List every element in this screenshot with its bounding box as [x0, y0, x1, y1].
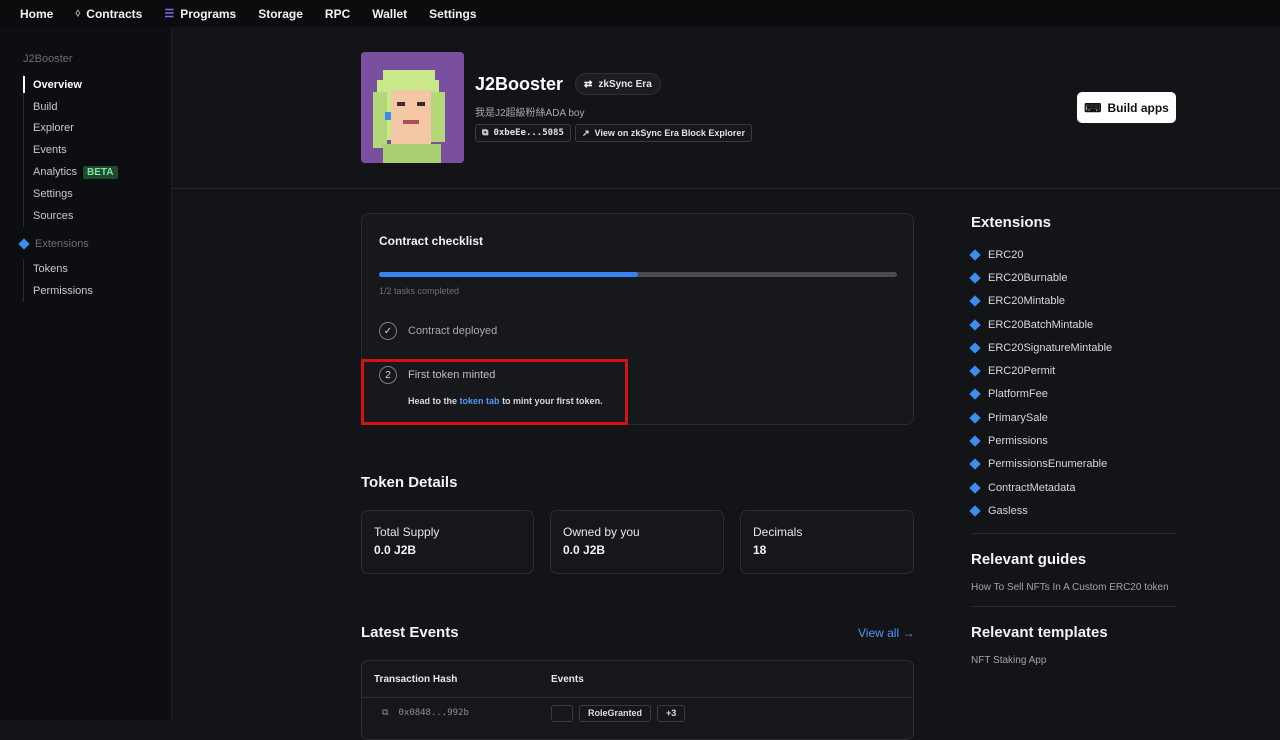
- extension-item[interactable]: ERC20SignatureMintable: [969, 336, 1176, 359]
- token-details-title: Token Details: [361, 474, 458, 491]
- sidebar-item-analytics[interactable]: Analytics BETA: [33, 161, 171, 183]
- sidebar-item-sources[interactable]: Sources: [33, 205, 171, 227]
- extension-item[interactable]: ERC20Permit: [969, 359, 1176, 382]
- events-table: Transaction Hash Events ⧉ 0x0848...992b …: [361, 660, 914, 740]
- divider: [971, 605, 1176, 607]
- terminal-icon: ⌨: [1084, 100, 1102, 115]
- checkmark-icon: ✓: [379, 322, 397, 340]
- diamond-icon: [969, 342, 981, 354]
- diamond-icon: [18, 237, 30, 250]
- table-row[interactable]: ⧉ 0x0848...992b RoleGranted +3: [362, 698, 913, 728]
- external-link-icon: ↗: [582, 127, 590, 138]
- task-contract-deployed: ✓ Contract deployed: [379, 322, 497, 340]
- sidebar-item-events[interactable]: Events: [33, 139, 171, 161]
- zksync-icon: ⇄: [584, 78, 593, 90]
- solana-icon: ☰: [164, 8, 175, 20]
- diamond-icon: [969, 365, 981, 377]
- sidebar-item-overview[interactable]: Overview: [23, 74, 171, 96]
- checklist-progress-fill: [379, 272, 638, 277]
- contract-description: 我是J2超級粉絲ADA boy: [475, 108, 585, 119]
- sidebar-item-settings[interactable]: Settings: [33, 183, 171, 205]
- contract-avatar: [361, 52, 464, 163]
- sidebar-group-main: Overview Build Explorer Events Analytics…: [23, 74, 171, 227]
- chain-badge[interactable]: ⇄ zkSync Era: [575, 73, 661, 95]
- diamond-icon: [969, 295, 981, 307]
- event-chip[interactable]: [551, 704, 573, 722]
- beta-badge: BETA: [83, 165, 118, 179]
- extension-item[interactable]: ERC20: [969, 243, 1176, 266]
- stat-card-total-supply: Total Supply 0.0 J2B: [361, 510, 534, 574]
- extension-item[interactable]: ERC20Mintable: [969, 290, 1176, 313]
- sidebar-item-build[interactable]: Build: [33, 96, 171, 118]
- checklist-progress-bar: [379, 272, 897, 277]
- guide-link[interactable]: How To Sell NFTs In A Custom ERC20 token: [971, 580, 1176, 596]
- stat-card-decimals: Decimals 18: [740, 510, 914, 574]
- extension-item[interactable]: Gasless: [969, 499, 1176, 522]
- relevant-templates-title: Relevant templates: [971, 623, 1108, 641]
- events-table-header: Transaction Hash Events: [362, 661, 913, 698]
- event-chip-role-granted[interactable]: RoleGranted: [579, 704, 652, 722]
- extension-item[interactable]: PlatformFee: [969, 383, 1176, 406]
- nav-contracts[interactable]: ⬨ Contracts: [75, 7, 142, 21]
- extension-item[interactable]: PermissionsEnumerable: [969, 453, 1176, 476]
- extensions-title: Extensions: [971, 214, 1052, 231]
- ethereum-icon: ⬨: [75, 7, 81, 19]
- view-all-events-link[interactable]: View all →: [858, 626, 914, 640]
- relevant-guides-title: Relevant guides: [971, 550, 1087, 568]
- block-explorer-link[interactable]: ↗ View on zkSync Era Block Explorer: [575, 124, 752, 142]
- latest-events-title: Latest Events: [361, 624, 459, 641]
- extension-item[interactable]: ERC20Burnable: [969, 266, 1176, 289]
- copy-address-button[interactable]: ⧉ 0xbeEe...5085: [475, 124, 571, 142]
- sidebar-extensions-title: Extensions: [0, 238, 171, 250]
- stat-card-owned: Owned by you 0.0 J2B: [550, 510, 724, 574]
- extension-item[interactable]: Permissions: [969, 429, 1176, 452]
- nav-storage[interactable]: Storage: [258, 7, 303, 21]
- diamond-icon: [969, 412, 981, 424]
- nav-home[interactable]: Home: [20, 7, 53, 21]
- sidebar-item-permissions[interactable]: Permissions: [33, 280, 171, 302]
- diamond-icon: [969, 435, 981, 447]
- top-navigation: Home ⬨ Contracts ☰ Programs Storage RPC Wa…: [0, 0, 1280, 27]
- build-apps-button[interactable]: ⌨ Build apps: [1077, 92, 1176, 123]
- diamond-icon: [969, 318, 981, 331]
- highlight-annotation-box: [361, 359, 628, 425]
- nav-rpc[interactable]: RPC: [325, 7, 350, 21]
- sidebar: J2Booster Overview Build Explorer Events…: [0, 27, 172, 720]
- extension-item[interactable]: ContractMetadata: [969, 476, 1176, 499]
- diamond-icon: [969, 388, 981, 401]
- nav-programs[interactable]: ☰ Programs: [164, 7, 236, 21]
- copy-icon[interactable]: ⧉: [382, 708, 388, 718]
- nav-wallet[interactable]: Wallet: [372, 7, 407, 21]
- divider: [971, 532, 1176, 534]
- sidebar-group-extensions: Tokens Permissions: [23, 258, 171, 303]
- diamond-icon: [969, 481, 981, 494]
- diamond-icon: [969, 505, 981, 517]
- transaction-hash: ⧉ 0x0848...992b: [382, 708, 469, 718]
- pixel-art-avatar-icon: [361, 52, 464, 163]
- extension-item[interactable]: ERC20BatchMintable: [969, 313, 1176, 336]
- extension-item[interactable]: PrimarySale: [969, 406, 1176, 429]
- template-link[interactable]: NFT Staking App: [971, 653, 1176, 669]
- tasks-completed-text: 1/2 tasks completed: [379, 286, 460, 296]
- sidebar-item-explorer[interactable]: Explorer: [33, 118, 171, 140]
- nav-settings[interactable]: Settings: [429, 7, 476, 21]
- right-column: Extensions ERC20 ERC20Burnable ERC20Mint…: [969, 214, 1176, 669]
- checklist-title: Contract checklist: [379, 234, 484, 248]
- diamond-icon: [969, 458, 981, 470]
- sidebar-item-tokens[interactable]: Tokens: [33, 259, 171, 281]
- event-chip-more[interactable]: +3: [657, 704, 686, 722]
- diamond-icon: [969, 248, 981, 261]
- diamond-icon: [969, 272, 981, 284]
- contract-name: J2Booster: [475, 74, 564, 94]
- copy-icon: ⧉: [482, 128, 489, 138]
- sidebar-contract-title: J2Booster: [23, 53, 73, 65]
